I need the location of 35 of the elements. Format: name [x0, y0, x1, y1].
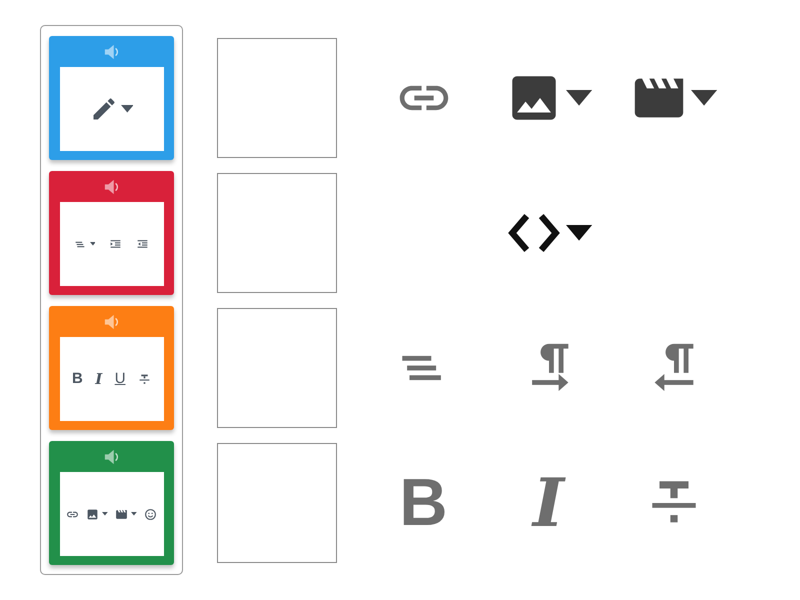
speaker-icon [102, 44, 120, 60]
caret-icon [102, 512, 108, 516]
drop-box[interactable] [217, 443, 337, 563]
caret-icon [566, 90, 592, 106]
toolbar-card[interactable]: B I U [49, 306, 174, 430]
caret-icon [120, 105, 134, 113]
bold-tool[interactable]: B [72, 372, 83, 386]
italic-tool[interactable]: I [95, 372, 102, 386]
speaker-icon [102, 314, 120, 330]
caret-icon [690, 90, 718, 106]
drop-box[interactable] [217, 173, 337, 293]
outdent-icon [136, 238, 150, 250]
toolbar-card[interactable] [49, 171, 174, 295]
speaker-icon [102, 448, 120, 464]
speaker-icon [102, 178, 120, 194]
indent-tool[interactable] [109, 238, 122, 250]
indent-icon [109, 238, 122, 250]
image-tool[interactable] [86, 508, 108, 520]
underline-tool[interactable]: U [114, 372, 126, 386]
italic-tool[interactable]: I [486, 470, 611, 536]
strikethrough-icon [138, 372, 151, 386]
caret-icon [130, 512, 137, 516]
video-tool[interactable] [114, 508, 137, 520]
image-icon [86, 508, 100, 520]
clapperboard-icon [114, 508, 128, 520]
caret-icon [90, 242, 96, 246]
smiley-icon [144, 508, 157, 520]
drop-box[interactable] [217, 38, 337, 158]
outdent-tool[interactable] [136, 238, 150, 250]
emoji-tool[interactable] [144, 508, 157, 520]
caret-icon [566, 225, 592, 241]
bold-tool[interactable]: B [361, 470, 486, 536]
strike-tool[interactable] [138, 372, 151, 386]
drop-box[interactable] [217, 308, 337, 428]
toolbar-card[interactable] [49, 441, 174, 565]
